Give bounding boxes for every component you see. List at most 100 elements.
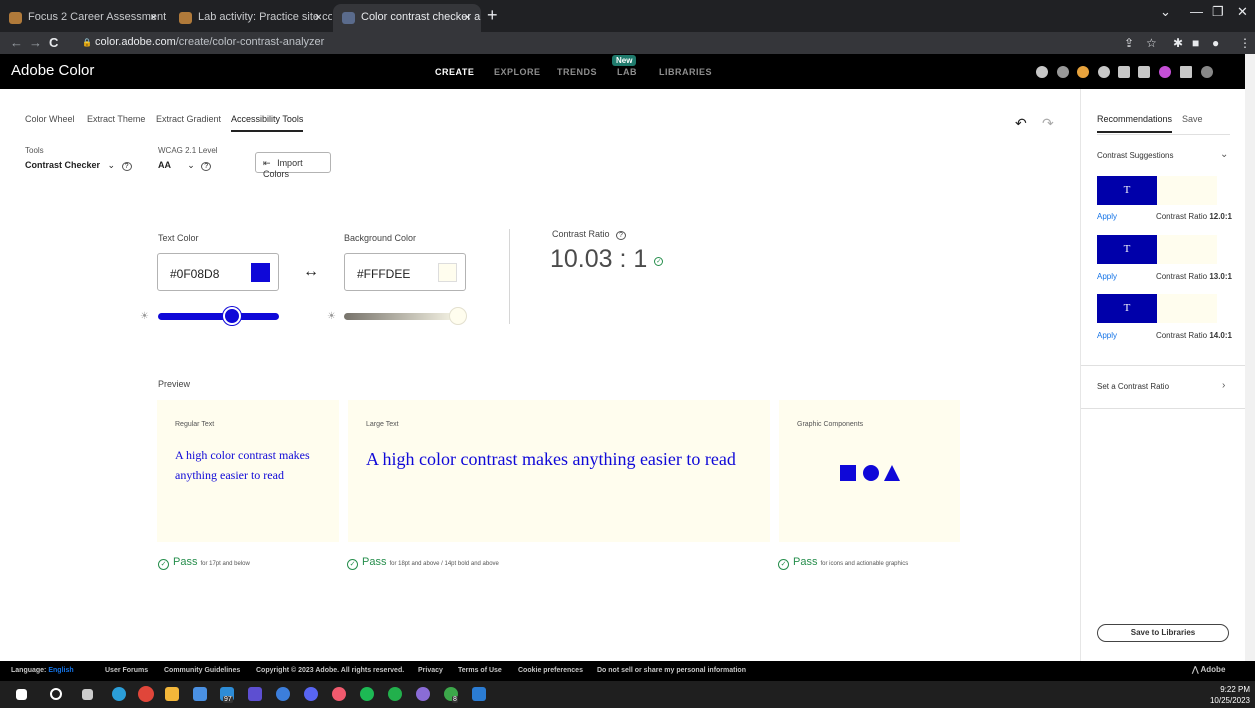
set-contrast-ratio-link[interactable]: Set a Contrast Ratio [1097,382,1169,391]
text-slider-handle[interactable] [223,307,242,325]
recommendations-panel: Recommendations Save Contrast Suggestion… [1080,89,1245,661]
suggestion-swatch-letter: T [1097,294,1157,323]
suggestion-swatch[interactable]: T [1097,176,1217,205]
import-colors-button[interactable]: ⇤ Import Colors [255,152,331,179]
import-icon: ⇤ [263,158,271,168]
browser-tab-active[interactable]: Color contrast checker analyzer × [333,4,481,32]
bookmark-star-icon[interactable]: ☆ [1146,36,1157,50]
purple-app-icon[interactable] [416,687,430,701]
close-tab-icon[interactable]: × [464,10,471,24]
background-color-hex[interactable]: #FFFDEE [357,267,410,281]
footer-link-privacy[interactable]: Privacy [418,667,443,674]
tab-save[interactable]: Save [1182,114,1203,124]
tools-dropdown[interactable]: Contrast Checker ⌄ ? [25,160,132,171]
help-circle-icon[interactable]: ? [121,162,132,171]
close-tab-icon[interactable]: × [150,10,157,24]
close-tab-icon[interactable]: × [315,10,322,24]
reload-button[interactable]: C [49,35,58,50]
save-to-libraries-button[interactable]: Save to Libraries [1097,624,1229,642]
footer-link-forums[interactable]: User Forums [105,667,148,674]
browser-tab[interactable]: Focus 2 Career Assessment | Pol × [0,4,167,32]
adobe-footer-logo[interactable]: ⋀ Adobe [1192,665,1225,674]
nav-create[interactable]: CREATE [435,67,474,77]
chevron-down-icon[interactable]: ⌄ [1220,149,1228,160]
back-button[interactable]: ← [10,35,23,50]
share-icon[interactable]: ⇪ [1124,36,1134,50]
address-bar[interactable]: 🔒 color.adobe.com/create/color-contrast-… [82,33,1082,53]
file-explorer-icon[interactable] [165,687,179,701]
color-blind-icon[interactable] [1057,66,1069,78]
text-color-field[interactable]: #0F08D8 [157,253,279,291]
background-color-field[interactable]: #FFFDEE [344,253,466,291]
maximize-button[interactable]: ❐ [1212,4,1224,20]
discord-icon[interactable] [304,687,318,701]
windows-taskbar: 97 8 9:22 PM 10/25/2023 [0,681,1255,708]
tab-recommendations[interactable]: Recommendations [1097,114,1173,133]
user-avatar-icon[interactable] [1159,66,1171,78]
vscode-icon[interactable] [472,687,486,701]
language-selector[interactable]: Language: English [11,667,74,674]
chrome-icon[interactable] [138,686,154,702]
footer-link-terms[interactable]: Terms of Use [458,667,502,674]
nav-trends[interactable]: TRENDS [557,67,597,77]
minimize-button[interactable]: — [1190,4,1203,19]
close-window-button[interactable]: ✕ [1237,4,1248,20]
music-icon[interactable] [332,687,346,701]
chevron-right-icon[interactable]: › [1222,380,1225,391]
help-circle-icon[interactable]: ? [616,231,626,240]
suggestion-swatch[interactable]: T [1097,235,1217,264]
tab-extract-gradient[interactable]: Extract Gradient [156,114,221,124]
learn-icon[interactable] [1118,66,1130,78]
footer-link-cookies[interactable]: Cookie preferences [518,667,583,674]
background-slider-handle[interactable] [449,307,467,325]
windows-start-icon[interactable] [16,689,27,700]
apps-grid-icon[interactable] [1180,66,1192,78]
background-color-swatch[interactable] [438,263,457,282]
undo-icon[interactable]: ↶ [1015,115,1027,132]
green-app-icon[interactable] [388,687,402,701]
forward-button[interactable]: → [29,35,42,50]
background-brightness-slider[interactable] [344,313,465,320]
footer-link-guidelines[interactable]: Community Guidelines [164,667,240,674]
help-circle-icon[interactable]: ? [201,162,212,171]
courseware-icon[interactable] [248,687,262,701]
page-scrollbar[interactable] [1245,54,1255,661]
browser-menu-icon[interactable]: ⋮ [1239,36,1251,50]
creative-cloud-icon[interactable] [1201,66,1213,78]
adobe-color-logo[interactable]: Adobe Color [11,62,94,79]
new-tab-button[interactable]: + [487,5,498,25]
system-clock[interactable]: 9:22 PM 10/25/2023 [1210,684,1250,706]
nav-lab[interactable]: LAB [617,67,637,77]
text-color-swatch[interactable] [251,263,270,282]
nav-libraries[interactable]: LIBRARIES [659,67,712,77]
extensions-puzzle-icon[interactable]: ✱ [1173,36,1183,50]
tab-search-icon[interactable]: ⌄ [1160,4,1171,20]
plugin-icon[interactable] [1036,66,1048,78]
search-icon[interactable] [50,688,62,700]
tab-color-wheel[interactable]: Color Wheel [25,114,75,124]
feedback-icon[interactable] [1138,66,1150,78]
apply-button[interactable]: Apply [1097,272,1117,281]
text-color-hex[interactable]: #0F08D8 [170,267,219,281]
nav-explore[interactable]: EXPLORE [494,67,541,77]
swap-colors-icon[interactable]: ↔ [303,263,319,281]
tab-extract-theme[interactable]: Extract Theme [87,114,145,124]
apply-button[interactable]: Apply [1097,331,1117,340]
sidepanel-icon[interactable]: ■ [1192,36,1199,50]
task-view-icon[interactable] [82,689,93,700]
footer-link-do-not-sell[interactable]: Do not sell or share my personal informa… [597,667,746,674]
spotify-icon[interactable] [360,687,374,701]
calendar-icon[interactable] [193,687,207,701]
profile-avatar-icon[interactable]: ● [1212,36,1219,50]
edge-icon[interactable] [112,687,126,701]
apply-button[interactable]: Apply [1097,212,1117,221]
browser-tab[interactable]: Lab activity: Practice site color × [170,4,332,32]
tab-accessibility-tools[interactable]: Accessibility Tools [231,114,304,132]
steam-icon[interactable] [276,687,290,701]
help-icon[interactable] [1098,66,1110,78]
text-brightness-slider[interactable] [158,313,279,320]
suggestion-swatch[interactable]: T [1097,294,1217,323]
color-wheel-icon[interactable] [1077,66,1089,78]
redo-icon[interactable]: ↷ [1042,115,1054,132]
wcag-dropdown[interactable]: AA ⌄ ? [158,160,212,171]
